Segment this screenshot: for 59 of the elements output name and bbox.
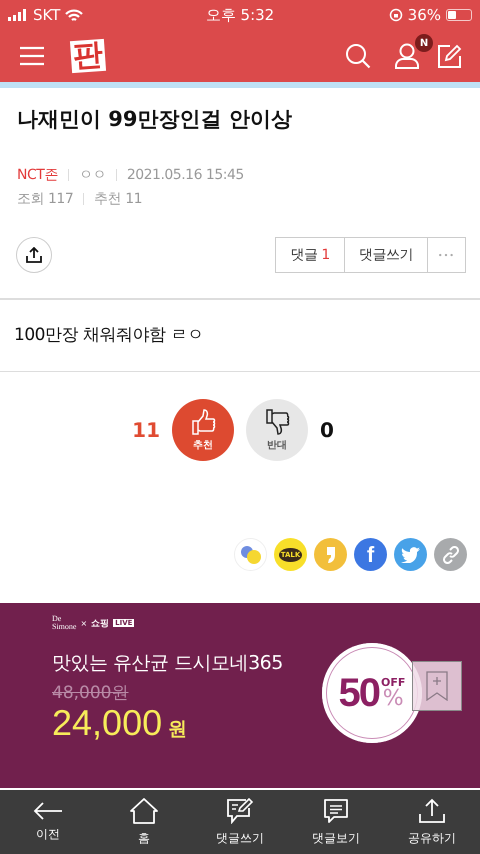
menu-icon[interactable]: [19, 46, 45, 66]
share-button[interactable]: [16, 237, 52, 273]
link-icon: [442, 546, 460, 564]
comments-tab[interactable]: 댓글 1: [275, 237, 345, 273]
battery-icon: [446, 9, 472, 21]
oppose-count: 0: [320, 418, 335, 442]
category-link[interactable]: NCT존: [17, 166, 58, 184]
nav-item[interactable]: 댓글보기: [288, 790, 384, 854]
twitter-share-button[interactable]: [394, 538, 427, 571]
share-icon: [26, 247, 42, 263]
compose-icon[interactable]: [437, 44, 462, 68]
share-icon: [418, 798, 446, 824]
carrier-name: SKT: [33, 6, 60, 24]
cross-mark: ×: [80, 618, 88, 628]
nav-item[interactable]: 댓글쓰기: [192, 790, 288, 854]
bookmark-add-icon: [426, 671, 448, 701]
comment-icon: [323, 798, 349, 824]
oppose-button[interactable]: 반대: [246, 399, 308, 461]
author-name: ㅇㅇ: [78, 166, 106, 184]
bookmark-button[interactable]: [412, 661, 462, 711]
brand-logo: De Simone: [52, 615, 76, 631]
recommend-count: 11: [125, 191, 142, 207]
clock: 오후 5:32: [206, 6, 274, 24]
currency-unit: 원: [168, 717, 188, 742]
bird-icon: [400, 546, 420, 562]
facebook-share-button[interactable]: f: [354, 538, 387, 571]
recommend-count: 11: [131, 418, 160, 442]
nav-item[interactable]: 공유하기: [384, 790, 480, 854]
write-comment-button[interactable]: 댓글쓰기: [344, 237, 428, 273]
signal-icon: [8, 9, 28, 21]
post-title: 나재민이 99만장인걸 안이상: [17, 106, 293, 132]
battery-percent: 36%: [408, 6, 441, 24]
band-share-button[interactable]: [234, 538, 267, 571]
partner-logo: 쇼핑: [91, 618, 110, 630]
views-count: 117: [48, 191, 74, 207]
nav-item[interactable]: 홈: [96, 790, 192, 854]
notification-badge: N: [415, 34, 433, 52]
thumbs-up-icon: [190, 408, 216, 436]
back-arrow-icon: [33, 802, 63, 820]
chat-bubbles-icon: [240, 544, 262, 564]
nav-item[interactable]: 이전: [0, 790, 96, 854]
wifi-icon: [65, 8, 84, 22]
copy-link-button[interactable]: [434, 538, 467, 571]
recommend-button[interactable]: 추천: [172, 399, 234, 461]
user-icon[interactable]: [395, 43, 419, 69]
rotation-lock-icon: [388, 8, 403, 22]
ad-headline: 맛있는 유산균 드시모네365: [52, 651, 283, 676]
sale-price: 24,000: [52, 702, 162, 744]
quote-mark-icon: [326, 546, 336, 564]
post-body: 100만장 채워줘야함 ㄹㅇ: [13, 324, 204, 347]
home-icon: [130, 798, 158, 824]
recommend-label: 추천: [94, 190, 122, 208]
post-date: 2021.05.16 15:45: [126, 167, 244, 183]
compose-comment-icon: [226, 798, 254, 824]
old-price: 48,000원: [52, 682, 128, 704]
logo[interactable]: 판: [70, 38, 106, 74]
views-label: 조회: [17, 190, 44, 208]
search-icon[interactable]: [345, 43, 371, 69]
thumbs-down-icon: [264, 408, 290, 436]
